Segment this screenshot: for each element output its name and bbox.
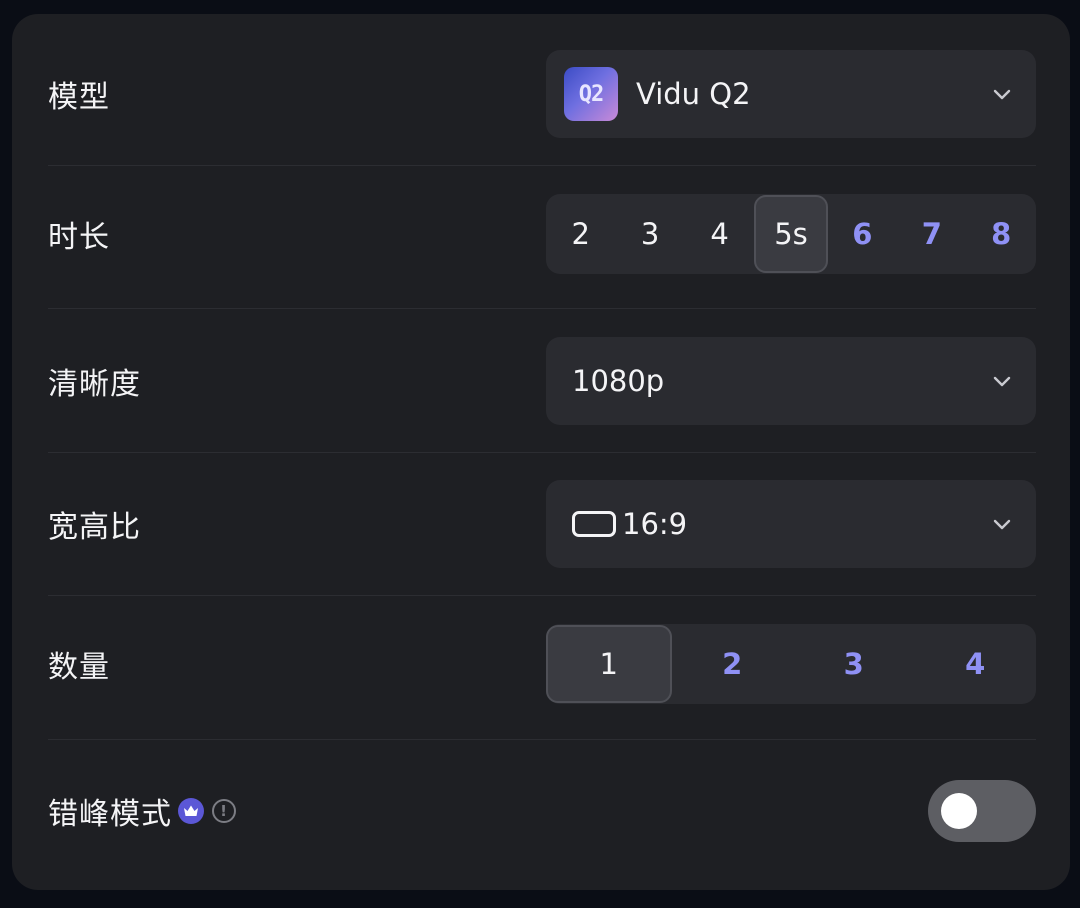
duration-option-2[interactable]: 2 xyxy=(546,195,615,273)
quantity-option-3[interactable]: 3 xyxy=(793,625,915,703)
settings-panel: 模型 Q2 Vidu Q2 时长 2 3 4 5s 6 7 8 清晰度 1080… xyxy=(12,14,1070,890)
model-value: Q2 Vidu Q2 xyxy=(564,67,990,121)
off-peak-toggle[interactable] xyxy=(928,780,1036,842)
duration-selector: 2 3 4 5s 6 7 8 xyxy=(546,194,1036,274)
off-peak-label: 错峰模式 xyxy=(48,797,172,832)
model-logo-icon: Q2 xyxy=(564,67,618,121)
resolution-select[interactable]: 1080p xyxy=(546,337,1036,425)
aspect-ratio-select[interactable]: 16:9 xyxy=(546,480,1036,568)
quantity-option-2[interactable]: 2 xyxy=(672,625,794,703)
duration-row: 时长 2 3 4 5s 6 7 8 xyxy=(48,194,1036,274)
model-label: 模型 xyxy=(48,80,110,115)
divider xyxy=(48,739,1036,740)
resolution-value: 1080p xyxy=(572,364,665,398)
toggle-knob xyxy=(941,793,977,829)
quantity-option-1[interactable]: 1 xyxy=(546,625,672,703)
off-peak-row: 错峰模式 ! xyxy=(48,780,1036,842)
quantity-selector: 1 2 3 4 xyxy=(546,624,1036,704)
duration-option-5s[interactable]: 5s xyxy=(754,195,828,273)
duration-option-8[interactable]: 8 xyxy=(967,195,1036,273)
aspect-ratio-text: 16:9 xyxy=(622,507,688,541)
model-row: 模型 Q2 Vidu Q2 xyxy=(48,50,1036,138)
quantity-row: 数量 1 2 3 4 xyxy=(48,624,1036,704)
model-select[interactable]: Q2 Vidu Q2 xyxy=(546,50,1036,138)
resolution-label: 清晰度 xyxy=(48,367,141,402)
quantity-label: 数量 xyxy=(48,650,110,685)
crown-icon xyxy=(178,798,204,824)
divider xyxy=(48,308,1036,309)
chevron-down-icon xyxy=(990,369,1014,393)
duration-option-7[interactable]: 7 xyxy=(897,195,966,273)
resolution-row: 清晰度 1080p xyxy=(48,337,1036,425)
divider xyxy=(48,165,1036,166)
duration-label: 时长 xyxy=(48,220,110,255)
divider xyxy=(48,595,1036,596)
quantity-option-4[interactable]: 4 xyxy=(915,625,1037,703)
rectangle-icon xyxy=(572,511,616,537)
aspect-ratio-label: 宽高比 xyxy=(48,510,141,545)
duration-option-6[interactable]: 6 xyxy=(828,195,897,273)
duration-option-3[interactable]: 3 xyxy=(615,195,684,273)
duration-option-4[interactable]: 4 xyxy=(685,195,754,273)
divider xyxy=(48,452,1036,453)
off-peak-label-group: 错峰模式 ! xyxy=(48,789,236,833)
info-icon[interactable]: ! xyxy=(212,799,236,823)
chevron-down-icon xyxy=(990,82,1014,106)
model-name: Vidu Q2 xyxy=(636,77,751,111)
chevron-down-icon xyxy=(990,512,1014,536)
aspect-ratio-value: 16:9 xyxy=(572,507,990,541)
aspect-ratio-row: 宽高比 16:9 xyxy=(48,480,1036,568)
